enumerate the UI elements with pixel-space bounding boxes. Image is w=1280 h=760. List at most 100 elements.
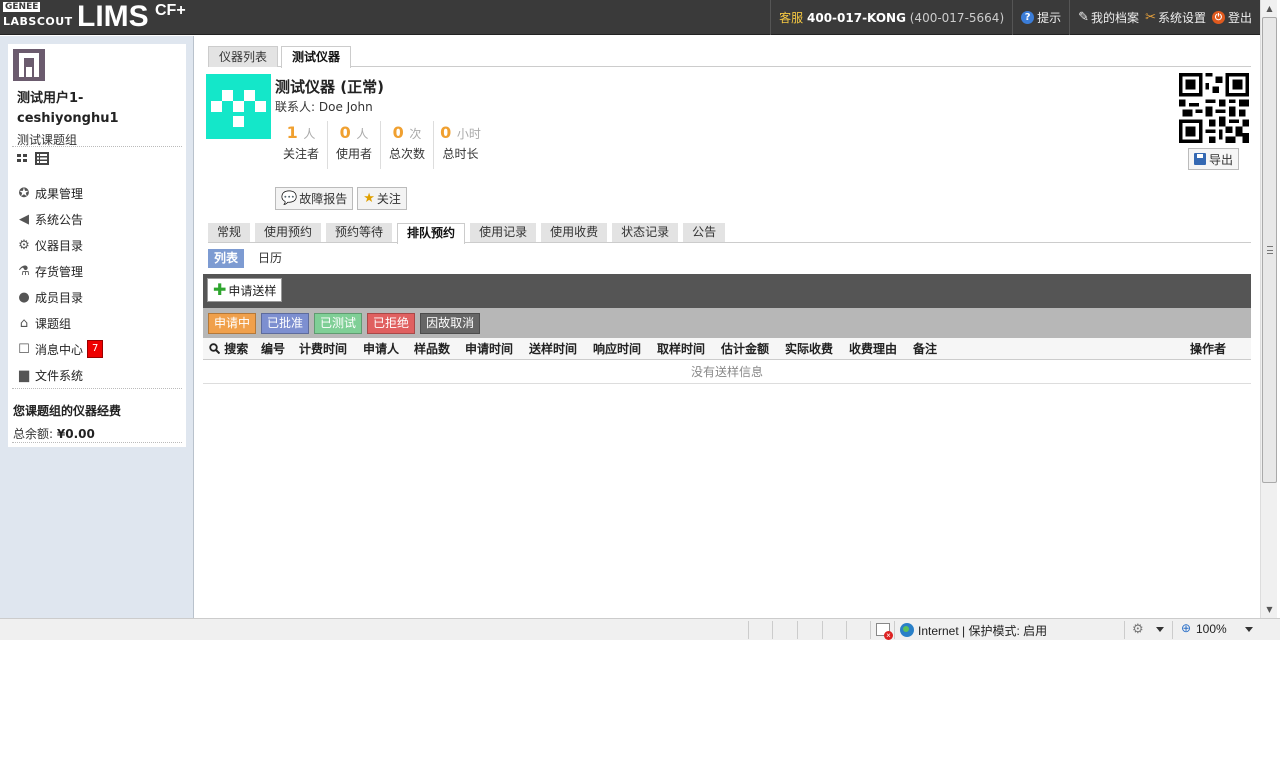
tab-usage-charges[interactable]: 使用收费 [541, 223, 608, 242]
sidebar-item-groups[interactable]: ⌂ 课题组 [16, 310, 181, 336]
flask-icon: ⚗ [18, 263, 30, 279]
settings-link[interactable]: ✂ 系统设置 [1145, 9, 1206, 26]
folder-icon: ▆ [19, 367, 29, 383]
stat-total-count: 0 次 总次数 [381, 121, 434, 169]
col-operator: 操作者 [1190, 342, 1227, 356]
search-column[interactable]: 搜索 [209, 338, 248, 360]
qr-code-icon [1179, 73, 1249, 143]
table-header: 搜索 编号 计费时间 申请人 样品数 申请时间 送样时间 响应时间 取样时间 估… [203, 338, 1251, 360]
sidebar-nav: ✪ 成果管理 ◀ 系统公告 ⚙ 仪器目录 ⚗ 存货管理 ● 成员目录 ⌂ 课题组 [16, 180, 181, 388]
tab-booking-waitlist[interactable]: 预约等待 [326, 223, 393, 242]
chevron-down-icon[interactable] [1156, 627, 1164, 632]
search-icon [209, 343, 221, 355]
export-button[interactable]: 导出 [1188, 148, 1240, 170]
sidebar-item-members[interactable]: ● 成员目录 [16, 284, 181, 310]
col-billing-time: 计费时间 [299, 342, 348, 356]
fee-title: 您课题组的仪器经费 [13, 404, 122, 418]
col-charge-reason: 收费理由 [849, 342, 898, 356]
my-profile-link[interactable]: ✎ 我的档案 [1078, 9, 1139, 26]
instrument-contact: 联系人: Doe John [275, 100, 373, 114]
stat-users: 0 人 使用者 [328, 121, 381, 169]
tab-queue-booking[interactable]: 排队预约 [397, 223, 466, 244]
col-response-time: 响应时间 [593, 342, 642, 356]
detail-tabs: 常规 使用预约 预约等待 排队预约 使用记录 使用收费 状态记录 公告 [208, 223, 1251, 244]
scroll-up-icon[interactable]: ▲ [1261, 0, 1278, 16]
vertical-scrollbar[interactable]: ▲ ▼ [1260, 0, 1277, 618]
zoom-level[interactable]: 100% [1196, 622, 1227, 636]
edit-icon: ✎ [1078, 10, 1090, 25]
person-icon: ● [18, 289, 30, 305]
hint-link[interactable]: ? 提示 [1021, 9, 1061, 26]
logo-lims: LIMS [77, 0, 149, 33]
filter-cancelled[interactable]: 因故取消 [420, 312, 481, 334]
tab-notices[interactable]: 公告 [683, 223, 726, 242]
globe-icon [900, 623, 914, 637]
service-hotline: 客服 400-017-KONG (400-017-5664) [770, 0, 1012, 35]
security-zone-text[interactable]: Internet | 保护模式: 启用 [918, 622, 1047, 639]
follow-button[interactable]: ★ 关注 [357, 187, 407, 210]
list-toolbar: ✚ 申请送样 [203, 274, 1251, 308]
instrument-title: 测试仪器 (正常) [275, 78, 384, 96]
tab-usage-records[interactable]: 使用记录 [470, 223, 537, 242]
power-icon: ⏻ [1211, 11, 1225, 24]
sidebar-item-messages[interactable]: ☐ 消息中心 7 [16, 336, 181, 362]
subtab-list[interactable]: 列表 [208, 249, 245, 268]
top-bar: GENEE LABSCOUT LIMS CF+ 客服 400-017-KONG … [0, 0, 1260, 35]
message-count-badge: 7 [87, 340, 104, 358]
tools-icon: ✂ [1145, 10, 1156, 25]
apply-sample-button[interactable]: ✚ 申请送样 [207, 278, 283, 302]
empty-table-message: 没有送样信息 [203, 360, 1251, 384]
tab-status-records[interactable]: 状态记录 [612, 223, 679, 242]
sidebar-item-announcements[interactable]: ◀ 系统公告 [16, 206, 181, 232]
logo-genee: GENEE [3, 2, 41, 12]
save-icon [1194, 153, 1206, 165]
logo-cf: CF+ [155, 2, 186, 19]
tab-usage-booking[interactable]: 使用预约 [255, 223, 322, 242]
sidebar-item-instruments[interactable]: ⚙ 仪器目录 [16, 232, 181, 258]
logout-link[interactable]: ⏻ 登出 [1211, 9, 1252, 26]
zoom-dropdown-icon[interactable] [1245, 627, 1253, 632]
stat-total-duration: 0 小时 总时长 [440, 123, 481, 161]
award-icon: ✪ [18, 185, 30, 201]
plus-icon: ✚ [213, 280, 227, 299]
col-pickup-time: 取样时间 [657, 342, 706, 356]
tab-instrument-list[interactable]: 仪器列表 [208, 46, 279, 67]
star-icon: ★ [363, 191, 375, 206]
col-actual-charge: 实际收费 [785, 342, 834, 356]
scrollbar-thumb[interactable] [1262, 17, 1277, 483]
sidebar-item-inventory[interactable]: ⚗ 存货管理 [16, 258, 181, 284]
col-remarks: 备注 [913, 342, 938, 356]
filter-approved[interactable]: 已批准 [261, 312, 310, 334]
avatar[interactable] [13, 49, 45, 81]
filter-tested[interactable]: 已测试 [314, 312, 363, 334]
fee-balance: 总余额: ¥0.00 [13, 427, 95, 441]
col-estimated-amount: 估计金额 [721, 342, 770, 356]
blocked-content-icon[interactable] [876, 623, 893, 640]
fault-report-button[interactable]: 💬 故障报告 [275, 187, 354, 210]
privacy-settings-icon[interactable]: ⚙ [1132, 621, 1144, 637]
scroll-down-icon[interactable]: ▼ [1261, 601, 1278, 617]
user-card: 测试用户1-ceshiyonghu1 测试课题组 ✪ 成果管理 ◀ 系统公告 ⚙… [8, 44, 186, 447]
filter-rejected[interactable]: 已拒绝 [367, 312, 416, 334]
filter-applying[interactable]: 申请中 [208, 312, 257, 334]
user-name[interactable]: 测试用户1-ceshiyonghu1 [17, 89, 182, 129]
subtab-calendar[interactable]: 日历 [252, 249, 288, 268]
status-filters: 申请中 已批准 已测试 已拒绝 因故取消 [203, 308, 1251, 338]
instrument-image [206, 74, 271, 139]
grid-view-icon[interactable] [16, 152, 29, 165]
sidebar-item-files[interactable]: ▆ 文件系统 [16, 362, 181, 388]
tab-test-instrument[interactable]: 测试仪器 [281, 46, 352, 68]
sidebar-item-achievements[interactable]: ✪ 成果管理 [16, 180, 181, 206]
tab-general[interactable]: 常规 [208, 223, 251, 242]
col-apply-time: 申请时间 [465, 342, 514, 356]
sub-tabs: 列表 日历 [208, 249, 288, 268]
main-content: 仪器列表 测试仪器 测试仪器 (正常) 联系人: Doe John 1 人 关注… [195, 36, 1260, 618]
stat-followers: 1 人 关注者 [275, 121, 328, 169]
list-view-icon[interactable] [35, 152, 49, 165]
top-tabs: 仪器列表 测试仪器 [208, 46, 1251, 68]
sidebar: 测试用户1-ceshiyonghu1 测试课题组 ✪ 成果管理 ◀ 系统公告 ⚙… [0, 36, 194, 618]
col-applicant: 申请人 [363, 342, 400, 356]
message-icon: ☐ [18, 341, 30, 357]
home-icon: ⌂ [19, 315, 29, 331]
help-icon: ? [1021, 11, 1035, 24]
